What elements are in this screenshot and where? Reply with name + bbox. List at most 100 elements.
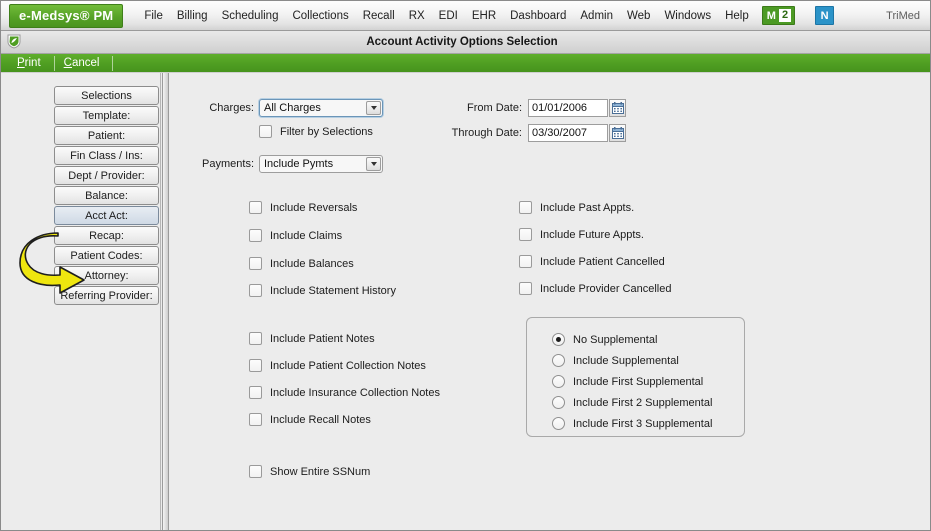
option-no-supplemental[interactable]: No Supplemental bbox=[552, 333, 657, 346]
option-include-supplemental[interactable]: Include Supplemental bbox=[552, 354, 679, 367]
include-future-appts-checkbox[interactable] bbox=[519, 228, 532, 241]
include-claims-row[interactable]: Include Claims bbox=[249, 229, 342, 242]
app-brand-logo: e-Medsys® PM bbox=[9, 3, 124, 28]
include-statement-history-checkbox[interactable] bbox=[249, 284, 262, 297]
through-date-value: 03/30/2007 bbox=[532, 127, 588, 139]
include-reversals-label: Include Reversals bbox=[270, 201, 358, 214]
include-patient-notes-checkbox[interactable] bbox=[249, 332, 262, 345]
include-patient-cancelled-checkbox[interactable] bbox=[519, 255, 532, 268]
menu-item-recall[interactable]: Recall bbox=[356, 6, 402, 26]
charges-field-row: Charges: All Charges bbox=[199, 99, 383, 117]
show-entire-ssnum-row[interactable]: Show Entire SSNum bbox=[249, 465, 370, 478]
main-menu-bar: e-Medsys® PM File Billing Scheduling Col… bbox=[1, 1, 930, 31]
no-supplemental-radio[interactable] bbox=[552, 333, 565, 346]
include-supplemental-label: Include Supplemental bbox=[573, 354, 679, 367]
calendar-icon[interactable] bbox=[609, 124, 626, 142]
include-patient-notes-row[interactable]: Include Patient Notes bbox=[249, 332, 375, 345]
sidebar-item-patient-codes[interactable]: Patient Codes: bbox=[54, 246, 159, 265]
chevron-down-icon[interactable] bbox=[366, 157, 381, 171]
payments-select[interactable]: Include Pymts bbox=[259, 155, 383, 173]
include-balances-row[interactable]: Include Balances bbox=[249, 257, 354, 270]
include-recall-notes-checkbox[interactable] bbox=[249, 413, 262, 426]
menu-item-collections[interactable]: Collections bbox=[285, 6, 355, 26]
include-first-supplemental-radio[interactable] bbox=[552, 375, 565, 388]
from-date-input[interactable]: 01/01/2006 bbox=[528, 99, 608, 117]
messages-badge-count: 2 bbox=[778, 9, 792, 22]
include-patient-collection-notes-checkbox[interactable] bbox=[249, 359, 262, 372]
chevron-down-icon[interactable] bbox=[366, 101, 381, 115]
from-date-label: From Date: bbox=[466, 102, 522, 114]
show-entire-ssnum-checkbox[interactable] bbox=[249, 465, 262, 478]
option-include-first-3-supplemental[interactable]: Include First 3 Supplemental bbox=[552, 417, 712, 430]
through-date-field-row: Through Date: 03/30/2007 bbox=[425, 124, 626, 142]
include-recall-notes-row[interactable]: Include Recall Notes bbox=[249, 413, 371, 426]
menu-item-edi[interactable]: EDI bbox=[432, 6, 465, 26]
menu-item-windows[interactable]: Windows bbox=[657, 6, 718, 26]
menu-item-dashboard[interactable]: Dashboard bbox=[503, 6, 573, 26]
include-first-2-supplemental-radio[interactable] bbox=[552, 396, 565, 409]
sidebar-item-selections[interactable]: Selections bbox=[54, 86, 159, 105]
filter-by-selections-row[interactable]: Filter by Selections bbox=[259, 125, 373, 138]
include-insurance-collection-notes-row[interactable]: Include Insurance Collection Notes bbox=[249, 386, 440, 399]
sidebar-item-referring-provider[interactable]: Referring Provider: bbox=[54, 286, 159, 305]
sidebar-item-acct-act[interactable]: Acct Act: bbox=[54, 206, 159, 225]
include-past-appts-row[interactable]: Include Past Appts. bbox=[519, 201, 634, 214]
filter-by-selections-checkbox[interactable] bbox=[259, 125, 272, 138]
menu-item-scheduling[interactable]: Scheduling bbox=[215, 6, 286, 26]
cancel-button[interactable]: Cancel bbox=[55, 55, 114, 71]
include-future-appts-label: Include Future Appts. bbox=[540, 228, 644, 241]
messages-badge[interactable]: M 2 bbox=[761, 6, 796, 25]
messages-badge-letter: M bbox=[766, 9, 776, 22]
include-patient-notes-label: Include Patient Notes bbox=[270, 332, 375, 345]
sidebar-item-recap[interactable]: Recap: bbox=[54, 226, 159, 245]
include-past-appts-checkbox[interactable] bbox=[519, 201, 532, 214]
sidebar-item-dept-provider[interactable]: Dept / Provider: bbox=[54, 166, 159, 185]
include-claims-checkbox[interactable] bbox=[249, 229, 262, 242]
include-supplemental-radio[interactable] bbox=[552, 354, 565, 367]
sidebar-item-attorney[interactable]: Attorney: bbox=[54, 266, 159, 285]
sidebar-item-fin-class-ins[interactable]: Fin Class / Ins: bbox=[54, 146, 159, 165]
option-include-first-supplemental[interactable]: Include First Supplemental bbox=[552, 375, 703, 388]
include-provider-cancelled-checkbox[interactable] bbox=[519, 282, 532, 295]
include-claims-label: Include Claims bbox=[270, 229, 343, 242]
calendar-icon[interactable] bbox=[609, 99, 626, 117]
include-patient-cancelled-row[interactable]: Include Patient Cancelled bbox=[519, 255, 665, 268]
menu-item-file[interactable]: File bbox=[137, 6, 170, 26]
cancel-mnemonic: C bbox=[63, 56, 72, 69]
include-statement-history-row[interactable]: Include Statement History bbox=[249, 284, 396, 297]
pane-splitter[interactable] bbox=[162, 73, 169, 530]
through-date-input[interactable]: 03/30/2007 bbox=[528, 124, 608, 142]
include-reversals-checkbox[interactable] bbox=[249, 201, 262, 214]
sidebar-item-patient[interactable]: Patient: bbox=[54, 126, 159, 145]
include-insurance-collection-notes-checkbox[interactable] bbox=[249, 386, 262, 399]
include-recall-notes-label: Include Recall Notes bbox=[270, 413, 371, 426]
include-reversals-row[interactable]: Include Reversals bbox=[249, 201, 357, 214]
sidebar-item-template[interactable]: Template: bbox=[54, 106, 159, 125]
menu-item-ehr[interactable]: EHR bbox=[465, 6, 503, 26]
print-button[interactable]: Print bbox=[13, 55, 55, 71]
include-patient-collection-notes-row[interactable]: Include Patient Collection Notes bbox=[249, 359, 426, 372]
filter-by-selections-label: Filter by Selections bbox=[280, 125, 373, 138]
window-body: Selections Template: Patient: Fin Class … bbox=[1, 73, 930, 530]
cancel-label-rest: ancel bbox=[71, 56, 100, 69]
include-future-appts-row[interactable]: Include Future Appts. bbox=[519, 228, 644, 241]
menu-item-billing[interactable]: Billing bbox=[170, 6, 215, 26]
include-provider-cancelled-row[interactable]: Include Provider Cancelled bbox=[519, 282, 671, 295]
include-first-3-supplemental-radio[interactable] bbox=[552, 417, 565, 430]
menu-item-help[interactable]: Help bbox=[718, 6, 756, 26]
menu-item-web[interactable]: Web bbox=[620, 6, 657, 26]
include-first-2-supplemental-label: Include First 2 Supplemental bbox=[573, 396, 713, 409]
include-patient-cancelled-label: Include Patient Cancelled bbox=[540, 255, 665, 268]
left-navigation-pane: Selections Template: Patient: Fin Class … bbox=[2, 73, 161, 530]
notes-badge[interactable]: N bbox=[815, 6, 835, 25]
menu-item-rx[interactable]: RX bbox=[402, 6, 432, 26]
sidebar-item-balance[interactable]: Balance: bbox=[54, 186, 159, 205]
include-balances-checkbox[interactable] bbox=[249, 257, 262, 270]
include-first-supplemental-label: Include First Supplemental bbox=[573, 375, 704, 388]
include-first-3-supplemental-label: Include First 3 Supplemental bbox=[573, 417, 713, 430]
menu-item-admin[interactable]: Admin bbox=[573, 6, 620, 26]
option-include-first-2-supplemental[interactable]: Include First 2 Supplemental bbox=[552, 396, 712, 409]
practice-name-label: TriMed bbox=[886, 9, 920, 22]
action-toolbar: Print Cancel bbox=[1, 54, 930, 73]
charges-select[interactable]: All Charges bbox=[259, 99, 383, 117]
